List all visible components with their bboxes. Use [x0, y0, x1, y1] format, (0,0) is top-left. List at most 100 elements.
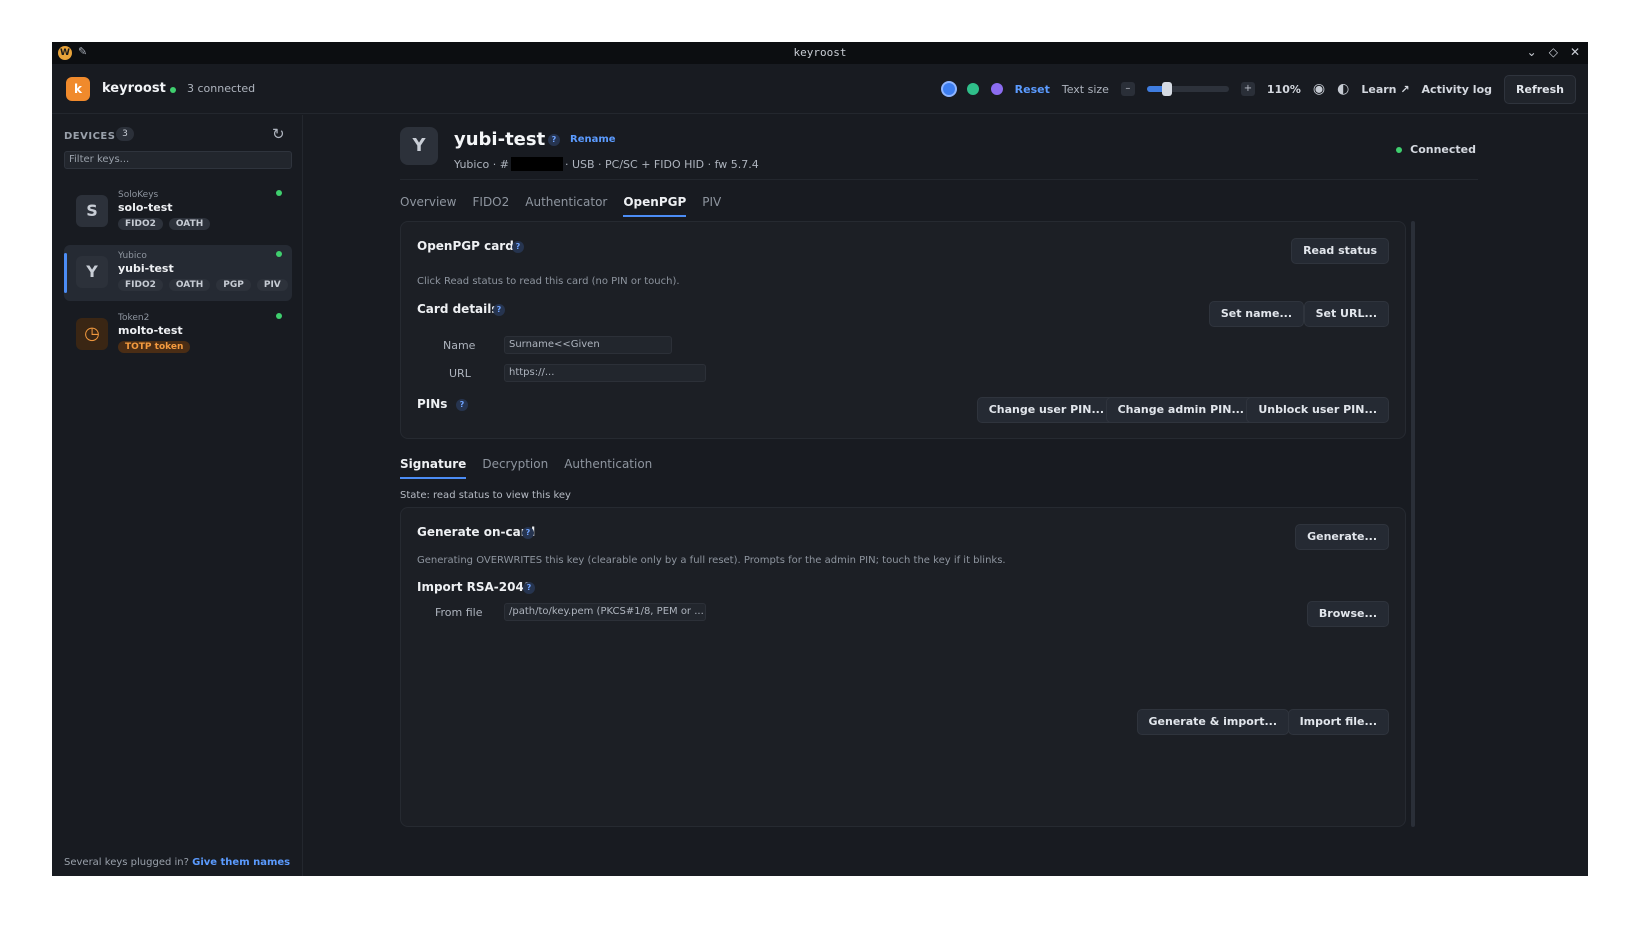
zoom-value: 110% [1266, 82, 1301, 96]
devices-count-badge: 3 [116, 127, 134, 141]
maximize-icon[interactable]: ◇ [1549, 45, 1558, 59]
device-status-dot-icon [276, 251, 282, 257]
rename-link[interactable]: Rename [570, 134, 616, 145]
eye-icon[interactable]: ◉ [1313, 81, 1325, 97]
device-meta: Yubico · # · USB · PC/SC + FIDO HID · fw… [454, 157, 759, 171]
openpgp-card-title: OpenPGP card [417, 239, 514, 253]
device-item-molto-test[interactable]: ◷ Token2 molto-test TOTP token [64, 307, 292, 363]
connection-status-text: Connected [1410, 143, 1476, 156]
help-icon[interactable]: ? [548, 134, 560, 146]
device-tag: FIDO2 [118, 218, 163, 230]
window-title: keyroost [793, 46, 847, 59]
device-item-solo-test[interactable]: S SoloKeys solo-test FIDO2 OATH [64, 184, 292, 240]
generate-and-import-button[interactable]: Generate & import... [1136, 709, 1289, 735]
give-names-link[interactable]: Give them names [192, 857, 290, 868]
theme-swatch-green[interactable] [966, 83, 979, 95]
text-size-increase-button[interactable]: + [1240, 82, 1255, 96]
device-tag: PGP [216, 279, 251, 291]
app-name: keyroost [102, 81, 166, 96]
device-tag: FIDO2 [118, 279, 163, 291]
key-slot-tabs: Signature Decryption Authentication [400, 457, 652, 479]
unblock-user-pin-button[interactable]: Unblock user PIN... [1246, 397, 1389, 423]
clock-icon: ◷ [76, 318, 108, 350]
connection-status: Connected [1396, 143, 1476, 156]
device-tags: FIDO2 OATH PGP PIV [118, 279, 288, 291]
url-input[interactable]: https://... [504, 364, 706, 382]
help-icon[interactable]: ? [456, 399, 468, 411]
change-user-pin-button[interactable]: Change user PIN... [976, 397, 1116, 423]
device-header-name: yubi-test [454, 129, 546, 150]
device-item-yubi-test[interactable]: Y Yubico yubi-test FIDO2 OATH PGP PIV [64, 245, 292, 301]
device-status-dot-icon [276, 190, 282, 196]
devices-title: DEVICES [64, 131, 116, 142]
top-bar: k keyroost 3 connected Reset Text size –… [52, 64, 1588, 114]
learn-link[interactable]: Learn ↗ [1361, 83, 1409, 96]
import-file-button[interactable]: Import file... [1287, 709, 1389, 735]
minimize-icon[interactable]: ⌄ [1527, 45, 1537, 59]
device-name: solo-test [118, 201, 173, 214]
contrast-icon[interactable]: ◐ [1337, 81, 1349, 97]
close-icon[interactable]: ✕ [1570, 45, 1580, 59]
connection-dot-icon [170, 87, 176, 93]
main-panel: Y yubi-test ? Rename Yubico · # · USB · … [304, 115, 1588, 876]
activity-log-link[interactable]: Activity log [1422, 83, 1492, 96]
tab-signature[interactable]: Signature [400, 457, 467, 479]
generate-on-card-title: Generate on-card [417, 525, 536, 539]
status-dot-icon [1396, 146, 1403, 153]
scrollbar[interactable] [1411, 221, 1415, 827]
from-file-label: From file [435, 606, 483, 619]
tab-fido2[interactable]: FIDO2 [473, 195, 510, 217]
reset-button[interactable]: Reset [1015, 83, 1050, 96]
theme-swatch-blue[interactable] [942, 83, 955, 95]
browse-button[interactable]: Browse... [1306, 601, 1389, 627]
tab-decryption[interactable]: Decryption [482, 457, 548, 479]
window-controls: ⌄ ◇ ✕ [1527, 45, 1580, 59]
text-size-slider-thumb[interactable] [1162, 82, 1173, 96]
read-status-hint: Click Read status to read this card (no … [417, 276, 680, 287]
tab-piv[interactable]: PIV [702, 195, 721, 217]
device-status-dot-icon [276, 313, 282, 319]
device-avatar: S [76, 195, 108, 227]
tab-openpgp[interactable]: OpenPGP [623, 195, 687, 217]
change-admin-pin-button[interactable]: Change admin PIN... [1105, 397, 1256, 423]
key-file-path-input[interactable]: /path/to/key.pem (PKCS#1/8, PEM or ... [504, 603, 706, 621]
cardholder-name-input[interactable]: Surname<<Given [504, 336, 672, 354]
generate-panel: Generate on-card ? Generate... Generatin… [400, 507, 1406, 827]
tab-authentication[interactable]: Authentication [564, 457, 652, 479]
set-name-button[interactable]: Set name... [1208, 301, 1304, 327]
sidebar-footer: Several keys plugged in? Give them names [64, 857, 290, 868]
import-rsa-title: Import RSA-2048 [417, 580, 533, 594]
help-icon[interactable]: ? [522, 527, 534, 539]
text-size-slider[interactable] [1146, 82, 1229, 96]
name-label: Name [443, 339, 476, 352]
sidebar-footer-text: Several keys plugged in? [64, 857, 189, 868]
tab-overview[interactable]: Overview [400, 195, 457, 217]
key-state-text: State: read status to view this key [400, 490, 571, 501]
refresh-button[interactable]: Refresh [1504, 74, 1576, 104]
device-tag: PIV [256, 279, 288, 291]
device-tags: FIDO2 OATH [118, 218, 211, 230]
device-tag: OATH [168, 218, 211, 230]
filter-keys-input[interactable]: Filter keys... [64, 151, 292, 169]
help-icon[interactable]: ? [512, 241, 524, 253]
device-name: yubi-test [118, 262, 174, 275]
text-size-decrease-button[interactable]: – [1120, 82, 1135, 96]
app-logo: k [66, 77, 90, 101]
connected-count: 3 connected [187, 82, 256, 95]
generate-warning: Generating OVERWRITES this key (clearabl… [417, 555, 1006, 566]
set-url-button[interactable]: Set URL... [1303, 301, 1389, 327]
app-window: W ✎ keyroost ⌄ ◇ ✕ k keyroost 3 connecte… [52, 42, 1588, 876]
device-header-avatar: Y [400, 127, 438, 165]
theme-swatch-purple[interactable] [990, 83, 1003, 95]
header-divider [400, 179, 1478, 180]
tab-authenticator[interactable]: Authenticator [525, 195, 607, 217]
generate-button[interactable]: Generate... [1295, 524, 1389, 550]
help-icon[interactable]: ? [493, 304, 505, 316]
card-details-title: Card details [417, 302, 499, 316]
refresh-devices-icon[interactable]: ↻ [272, 125, 285, 143]
title-bar: W ✎ keyroost ⌄ ◇ ✕ [52, 42, 1588, 64]
device-vendor: Yubico [118, 251, 147, 261]
read-status-button[interactable]: Read status [1291, 238, 1389, 264]
help-icon[interactable]: ? [523, 582, 535, 594]
device-vendor: SoloKeys [118, 190, 159, 200]
